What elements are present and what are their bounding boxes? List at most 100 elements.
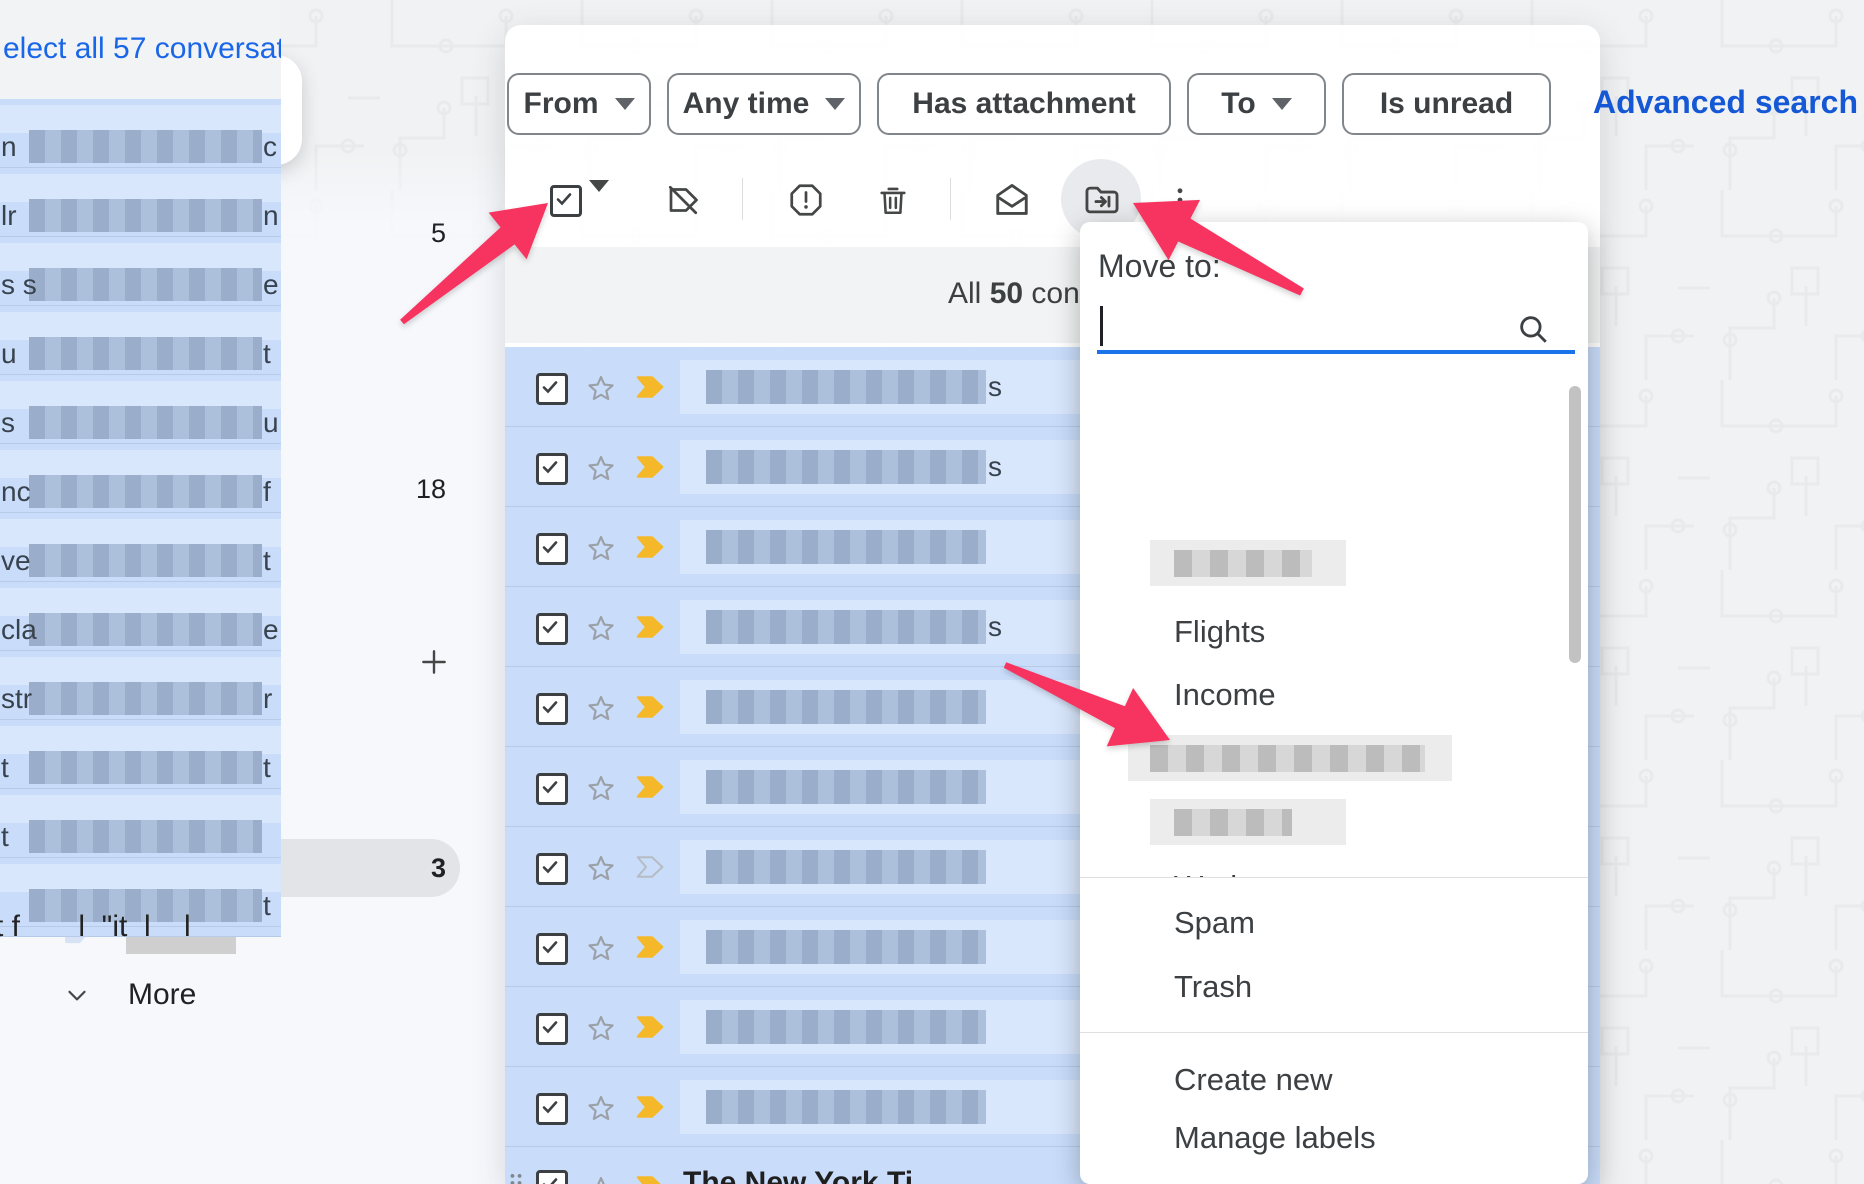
row-checkbox[interactable] — [536, 373, 568, 405]
menu-action-manage-labels[interactable]: Manage labels — [1080, 1109, 1566, 1167]
star-icon[interactable] — [585, 1172, 617, 1184]
move-to-option-flights[interactable]: Flights — [1080, 603, 1566, 661]
email-row[interactable]: ut — [0, 306, 281, 375]
move-to-title: Move to: — [1098, 248, 1221, 285]
move-to-search-input[interactable] — [1097, 298, 1575, 350]
importance-marker-icon[interactable] — [635, 374, 669, 405]
importance-marker-icon[interactable] — [635, 854, 669, 885]
redacted-subject — [0, 657, 281, 685]
select-dropdown-caret[interactable] — [589, 192, 609, 210]
star-icon[interactable] — [585, 771, 617, 808]
importance-marker-icon[interactable] — [635, 694, 669, 725]
importance-marker-icon[interactable] — [635, 1174, 669, 1184]
importance-marker-icon[interactable] — [635, 774, 669, 805]
star-icon[interactable] — [585, 1091, 617, 1128]
delete-icon[interactable] — [873, 180, 913, 220]
filter-chip-has-attachment[interactable]: Has attachment — [877, 73, 1171, 135]
importance-marker-icon[interactable] — [635, 534, 669, 565]
star-icon[interactable] — [585, 931, 617, 968]
menu-scrollbar[interactable] — [1569, 386, 1581, 663]
subject-text-fragment: s — [988, 371, 1002, 403]
filter-chip-to[interactable]: To — [1187, 73, 1326, 135]
option-label: Flights — [1174, 614, 1265, 650]
select-all-link[interactable]: elect all 57 conversatio — [3, 32, 281, 66]
select-all-checkbox[interactable] — [550, 185, 582, 217]
remove-label-icon[interactable] — [663, 180, 703, 220]
email-row[interactable]: su — [0, 375, 281, 444]
importance-marker-icon[interactable] — [635, 1094, 669, 1125]
sidebar-label-more-labels[interactable]: More — [20, 966, 460, 1024]
row-checkbox[interactable] — [536, 693, 568, 725]
star-icon[interactable] — [585, 371, 617, 408]
importance-marker-icon[interactable] — [635, 1014, 669, 1045]
drag-handle-icon[interactable] — [508, 1170, 524, 1184]
filter-chip-any-time[interactable]: Any time — [667, 73, 861, 135]
text-fragment: s s — [1, 269, 37, 301]
filter-chip-from[interactable]: From — [507, 73, 651, 135]
row-checkbox[interactable] — [536, 1093, 568, 1125]
row-checkbox[interactable] — [536, 453, 568, 485]
sidebar-label-text: More — [128, 978, 460, 1012]
row-checkbox[interactable] — [536, 853, 568, 885]
row-checkbox[interactable] — [536, 773, 568, 805]
email-row[interactable]: t — [0, 789, 281, 858]
row-checkbox[interactable] — [536, 533, 568, 565]
star-icon[interactable] — [585, 611, 617, 648]
action-label: Manage labels — [1174, 1120, 1376, 1156]
email-row[interactable]: ncf — [0, 444, 281, 513]
advanced-search-link[interactable]: Advanced search — [1593, 84, 1858, 121]
chevron-down-icon — [1272, 98, 1292, 110]
redacted-sender — [29, 820, 262, 853]
text-fragment: t — [263, 752, 271, 784]
report-spam-icon[interactable] — [786, 180, 826, 220]
chip-label: Is unread — [1380, 87, 1513, 121]
redacted-subject — [0, 795, 281, 823]
email-row[interactable]: lrn — [0, 168, 281, 237]
redacted-sender — [29, 613, 262, 646]
move-to-option-income[interactable]: Income — [1080, 666, 1566, 724]
star-icon[interactable] — [585, 851, 617, 888]
text-fragment: e — [263, 614, 279, 646]
row-checkbox[interactable] — [536, 613, 568, 645]
redacted-sender — [706, 1010, 986, 1044]
move-to-option-work[interactable]: Work — [1080, 858, 1566, 877]
email-row[interactable]: s se — [0, 237, 281, 306]
text-fragment: r — [263, 683, 272, 715]
move-to-option-spam[interactable]: Spam — [1080, 894, 1566, 952]
action-label: Create new — [1174, 1062, 1333, 1098]
row-checkbox[interactable] — [536, 933, 568, 965]
menu-action-create-new[interactable]: Create new — [1080, 1051, 1566, 1109]
star-icon[interactable] — [585, 451, 617, 488]
move-to-option-redacted[interactable] — [1080, 729, 1566, 787]
plus-icon[interactable] — [418, 646, 450, 683]
filter-chip-is-unread[interactable]: Is unread — [1342, 73, 1551, 135]
email-row-partial[interactable]: t f l "it l l — [0, 927, 281, 937]
move-to-option-redacted[interactable] — [1080, 793, 1566, 851]
email-row[interactable]: nc — [0, 99, 281, 168]
redacted-sender — [29, 406, 262, 439]
email-row[interactable]: tt — [0, 720, 281, 789]
move-to-menu: Move to: FlightsIncomeWorkWork/Work Emai… — [1080, 222, 1588, 1184]
star-icon[interactable] — [585, 691, 617, 728]
chip-label: Has attachment — [912, 87, 1135, 121]
move-to-option-trash[interactable]: Trash — [1080, 958, 1566, 1016]
move-to-option-redacted[interactable] — [1080, 534, 1566, 592]
text-fragment: u — [263, 407, 279, 439]
text-fragment: u — [1, 338, 17, 370]
row-checkbox[interactable] — [536, 1170, 568, 1184]
more-options-icon[interactable] — [1160, 180, 1200, 220]
chevron-down-icon — [62, 980, 92, 1010]
importance-marker-icon[interactable] — [635, 614, 669, 645]
mark-read-icon[interactable] — [992, 180, 1032, 220]
row-checkbox[interactable] — [536, 1013, 568, 1045]
email-row[interactable]: strr — [0, 651, 281, 720]
email-row[interactable]: clae — [0, 582, 281, 651]
star-icon[interactable] — [585, 531, 617, 568]
selection-banner-text: All 50 conv — [948, 277, 1095, 311]
email-row[interactable]: vet — [0, 513, 281, 582]
move-to-icon[interactable] — [1082, 180, 1122, 220]
star-icon[interactable] — [585, 1011, 617, 1048]
redacted-subject — [0, 243, 281, 271]
importance-marker-icon[interactable] — [635, 454, 669, 485]
importance-marker-icon[interactable] — [635, 934, 669, 965]
